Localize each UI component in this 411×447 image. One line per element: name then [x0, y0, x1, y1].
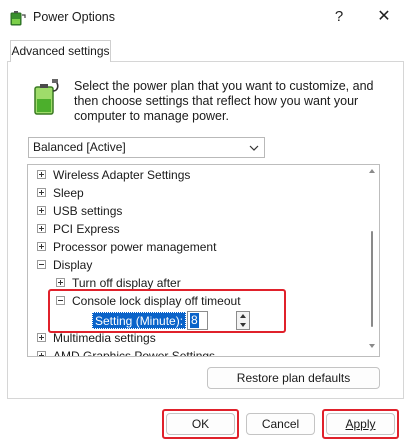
collapse-minus-icon[interactable]: [56, 296, 65, 305]
tree-scrollbar[interactable]: [365, 165, 379, 356]
close-button[interactable]: ✕: [367, 4, 401, 30]
scroll-thumb[interactable]: [371, 231, 373, 327]
setting-minute-stepper[interactable]: [236, 311, 250, 330]
power-plan-select[interactable]: Balanced [Active]: [28, 137, 265, 158]
help-button[interactable]: ?: [322, 4, 356, 30]
spin-down-icon[interactable]: [237, 321, 249, 329]
description-text: Select the power plan that you want to c…: [74, 79, 374, 123]
setting-minute-input[interactable]: 8: [187, 311, 208, 330]
settings-tree[interactable]: Wireless Adapter Settings Sleep USB sett…: [27, 164, 380, 357]
cancel-button[interactable]: Cancel: [246, 413, 315, 435]
expand-plus-icon[interactable]: [56, 278, 65, 287]
restore-defaults-button[interactable]: Restore plan defaults: [207, 367, 380, 389]
expand-plus-icon[interactable]: [37, 333, 46, 342]
expand-plus-icon[interactable]: [37, 224, 46, 233]
expand-plus-icon[interactable]: [37, 170, 46, 179]
expand-plus-icon[interactable]: [37, 242, 46, 251]
setting-minute-value: 8: [190, 313, 199, 328]
collapse-minus-icon[interactable]: [37, 260, 46, 269]
expand-plus-icon[interactable]: [37, 351, 46, 356]
scroll-down-icon[interactable]: [368, 343, 376, 349]
power-options-icon: [10, 11, 26, 26]
tab-advanced-settings[interactable]: Advanced settings: [10, 40, 111, 62]
expand-plus-icon[interactable]: [37, 188, 46, 197]
apply-button[interactable]: Apply: [326, 413, 395, 435]
window-title: Power Options: [33, 10, 115, 24]
chevron-down-icon: [249, 145, 259, 151]
expand-plus-icon[interactable]: [37, 206, 46, 215]
scroll-up-icon[interactable]: [368, 168, 376, 174]
power-plan-selected: Balanced [Active]: [33, 140, 126, 154]
ok-button[interactable]: OK: [166, 413, 235, 435]
spin-up-icon[interactable]: [237, 312, 249, 320]
setting-minute-label[interactable]: Setting (Minute):: [92, 312, 187, 329]
title-bar: Power Options ? ✕: [0, 0, 411, 36]
battery-plug-icon: [34, 79, 59, 115]
